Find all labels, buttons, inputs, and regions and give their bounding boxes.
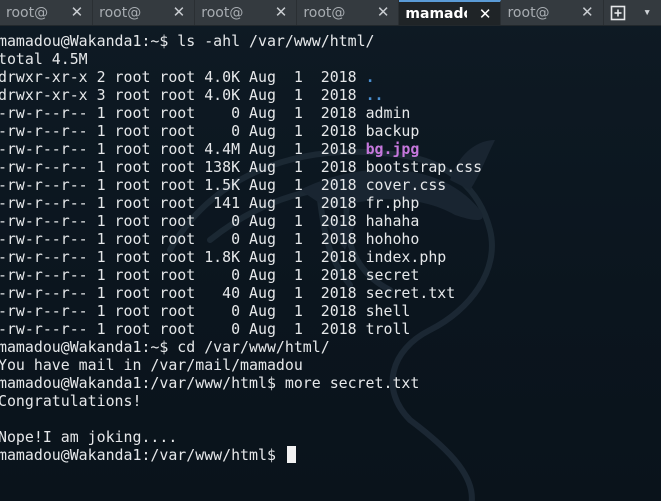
file-name: secret.txt — [365, 284, 456, 302]
close-icon[interactable]: ✕ — [275, 3, 288, 21]
file-name: fr.php — [365, 194, 420, 212]
text-cursor — [286, 446, 296, 463]
file-listing-meta: -rw-r--r-- 1 root root 40 Aug 1 2018 — [0, 284, 366, 302]
terminal-line: -rw-r--r-- 1 root root 138K Aug 1 2018 b… — [0, 158, 661, 176]
file-listing-meta: drwxr-xr-x 2 root root 4.0K Aug 1 2018 — [0, 68, 366, 86]
file-listing-meta: -rw-r--r-- 1 root root 0 Aug 1 2018 — [0, 230, 366, 248]
tab-label: root@ — [6, 4, 49, 21]
terminal-line: Congratulations! — [0, 392, 661, 410]
terminal-line: mamadou@Wakanda1:/var/www/html$ more sec… — [0, 374, 661, 392]
terminal-line: -rw-r--r-- 1 root root 141 Aug 1 2018 fr… — [0, 194, 661, 212]
terminal-line: -rw-r--r-- 1 root root 4.4M Aug 1 2018 b… — [0, 140, 661, 158]
terminal-text: mamadou@Wakanda1:/var/www/html$ — [0, 446, 285, 464]
terminal-text: total 4.5M — [0, 50, 88, 68]
tab-list-dropdown[interactable]: ▾ — [633, 0, 661, 25]
close-icon[interactable]: ✕ — [581, 3, 594, 21]
terminal-line: -rw-r--r-- 1 root root 0 Aug 1 2018 shel… — [0, 302, 661, 320]
terminal-line: -rw-r--r-- 1 root root 0 Aug 1 2018 admi… — [0, 104, 661, 122]
file-listing-meta: -rw-r--r-- 1 root root 138K Aug 1 2018 — [0, 158, 366, 176]
tab-label: root@ — [99, 4, 142, 21]
tab-root-5[interactable]: root@ ✕ — [501, 0, 604, 25]
terminal-text: Congratulations! — [0, 392, 142, 410]
terminal-line: Nope!I am joking.... — [0, 428, 661, 446]
file-name: admin — [365, 104, 411, 122]
file-listing-meta: -rw-r--r-- 1 root root 0 Aug 1 2018 — [0, 266, 366, 284]
close-icon[interactable]: ✕ — [479, 5, 492, 23]
terminal-text: mamadou@Wakanda1:~$ ls -ahl /var/www/htm… — [0, 32, 375, 50]
terminal-line: -rw-r--r-- 1 root root 0 Aug 1 2018 trol… — [0, 320, 661, 338]
file-listing-meta: -rw-r--r-- 1 root root 0 Aug 1 2018 — [0, 320, 366, 338]
file-listing-meta: -rw-r--r-- 1 root root 0 Aug 1 2018 — [0, 122, 366, 140]
chevron-down-icon: ▾ — [643, 5, 652, 20]
terminal-line: mamadou@Wakanda1:~$ ls -ahl /var/www/htm… — [0, 32, 661, 50]
terminal-line: -rw-r--r-- 1 root root 0 Aug 1 2018 back… — [0, 122, 661, 140]
tab-root-2[interactable]: root@ ✕ — [93, 0, 196, 25]
file-name: backup — [365, 122, 420, 140]
terminal-line: drwxr-xr-x 2 root root 4.0K Aug 1 2018 . — [0, 68, 661, 86]
terminal-text: Nope!I am joking.... — [0, 428, 178, 446]
close-icon[interactable]: ✕ — [377, 3, 390, 21]
terminal-line: You have mail in /var/mail/mamadou — [0, 356, 661, 374]
file-name: troll — [365, 320, 411, 338]
tab-root-3[interactable]: root@ ✕ — [195, 0, 298, 25]
terminal-line: mamadou@Wakanda1:~$ cd /var/www/html/ — [0, 338, 661, 356]
file-listing-meta: -rw-r--r-- 1 root root 1.8K Aug 1 2018 — [0, 248, 366, 266]
tab-label: root@ — [507, 4, 550, 21]
tab-label: root@ — [201, 4, 244, 21]
new-tab-button[interactable] — [604, 0, 634, 25]
terminal-line: -rw-r--r-- 1 root root 1.5K Aug 1 2018 c… — [0, 176, 661, 194]
file-listing-meta: -rw-r--r-- 1 root root 0 Aug 1 2018 — [0, 104, 366, 122]
file-name: shell — [365, 302, 411, 320]
close-icon[interactable]: ✕ — [71, 3, 84, 21]
terminal-line: -rw-r--r-- 1 root root 0 Aug 1 2018 secr… — [0, 266, 661, 284]
new-tab-icon — [611, 5, 626, 20]
terminal-line: -rw-r--r-- 1 root root 0 Aug 1 2018 hoho… — [0, 230, 661, 248]
terminal-line: -rw-r--r-- 1 root root 0 Aug 1 2018 haha… — [0, 212, 661, 230]
terminal-text: mamadou@Wakanda1:~$ cd /var/www/html/ — [0, 338, 330, 356]
file-name: hahaha — [365, 212, 420, 230]
file-name: bg.jpg — [365, 140, 420, 158]
file-listing-meta: -rw-r--r-- 1 root root 0 Aug 1 2018 — [0, 212, 366, 230]
file-name: secret — [365, 266, 420, 284]
tab-label: root@ — [303, 4, 346, 21]
tab-label: mamadou@ — [405, 5, 467, 22]
close-icon[interactable]: ✕ — [173, 3, 186, 21]
file-name: hohoho — [365, 230, 420, 248]
file-listing-meta: -rw-r--r-- 1 root root 1.5K Aug 1 2018 — [0, 176, 366, 194]
terminal-line: -rw-r--r-- 1 root root 40 Aug 1 2018 sec… — [0, 284, 661, 302]
file-name: . — [365, 68, 375, 86]
terminal-text: mamadou@Wakanda1:/var/www/html$ more sec… — [0, 374, 420, 392]
file-listing-meta: -rw-r--r-- 1 root root 0 Aug 1 2018 — [0, 302, 366, 320]
file-name: bootstrap.css — [365, 158, 483, 176]
tab-bar: root@ ✕ root@ ✕ root@ ✕ root@ ✕ mamadou@… — [0, 0, 661, 26]
tab-root-1[interactable]: root@ ✕ — [0, 0, 94, 25]
file-name: index.php — [365, 248, 447, 266]
file-listing-meta: drwxr-xr-x 3 root root 4.0K Aug 1 2018 — [0, 86, 366, 104]
terminal-output[interactable]: mamadou@Wakanda1:~$ ls -ahl /var/www/htm… — [0, 32, 661, 464]
file-name: cover.css — [365, 176, 447, 194]
file-name: .. — [365, 86, 384, 104]
terminal-line: total 4.5M — [0, 50, 661, 68]
file-listing-meta: -rw-r--r-- 1 root root 141 Aug 1 2018 — [0, 194, 366, 212]
tab-mamadou-active[interactable]: mamadou@ ✕ — [399, 0, 502, 25]
file-listing-meta: -rw-r--r-- 1 root root 4.4M Aug 1 2018 — [0, 140, 366, 158]
tab-root-4[interactable]: root@ ✕ — [297, 0, 400, 25]
terminal-text: You have mail in /var/mail/mamadou — [0, 356, 303, 374]
terminal-line: drwxr-xr-x 3 root root 4.0K Aug 1 2018 .… — [0, 86, 661, 104]
terminal-window: root@ ✕ root@ ✕ root@ ✕ root@ ✕ mamadou@… — [0, 0, 661, 501]
terminal-line: -rw-r--r-- 1 root root 1.8K Aug 1 2018 i… — [0, 248, 661, 266]
terminal-line: mamadou@Wakanda1:/var/www/html$ — [0, 446, 661, 464]
